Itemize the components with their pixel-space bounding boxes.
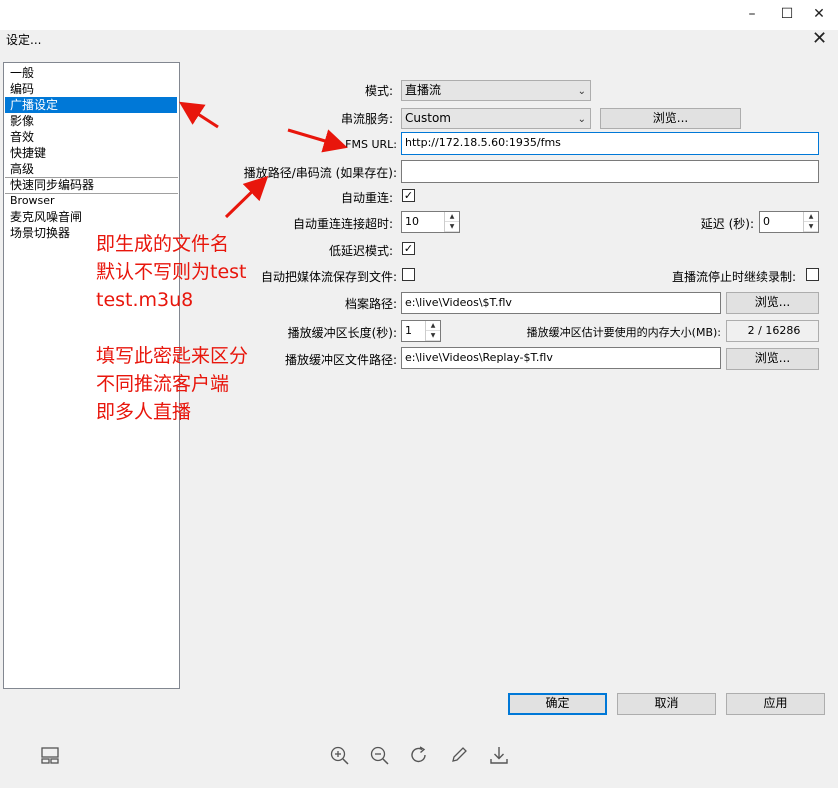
arrow-to-playpath bbox=[224, 175, 269, 219]
layout-icon[interactable] bbox=[39, 744, 61, 766]
rotate-icon[interactable] bbox=[408, 744, 430, 766]
arrow-to-fms-url bbox=[287, 128, 348, 153]
annotation-arrows bbox=[178, 101, 348, 219]
download-icon[interactable] bbox=[488, 744, 510, 766]
pencil-icon[interactable] bbox=[448, 744, 470, 766]
zoom-in-icon[interactable] bbox=[328, 744, 350, 766]
zoom-out-icon[interactable] bbox=[368, 744, 390, 766]
arrow-to-broadcast bbox=[178, 101, 219, 129]
